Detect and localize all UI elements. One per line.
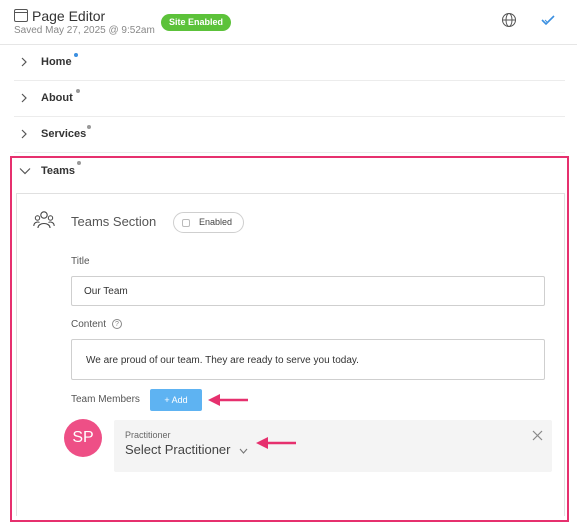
nav-item-home[interactable]: Home	[14, 45, 565, 81]
chevron-right-icon	[21, 93, 27, 103]
content-label: Content	[71, 319, 107, 330]
status-dot	[74, 53, 78, 57]
nav-item-teams[interactable]: Teams	[14, 158, 564, 194]
nav-item-services[interactable]: Services	[14, 117, 565, 153]
saved-timestamp: Saved May 27, 2025 @ 9:52am	[14, 25, 155, 36]
status-dot	[76, 89, 80, 93]
close-icon[interactable]	[532, 430, 543, 441]
title-label: Title	[71, 256, 90, 267]
chevron-down-icon	[19, 168, 31, 175]
chevron-right-icon	[21, 57, 27, 67]
practitioner-select[interactable]: Select Practitioner	[125, 442, 231, 457]
chevron-down-icon[interactable]	[239, 448, 248, 454]
nav-item-label: About	[41, 92, 73, 104]
arrow-annotation	[208, 394, 248, 406]
chevron-right-icon	[21, 129, 27, 139]
avatar: SP	[64, 419, 102, 457]
people-icon	[33, 211, 55, 229]
header-bar: Page Editor Saved May 27, 2025 @ 9:52am …	[0, 0, 577, 45]
site-status-badge: Site Enabled	[161, 14, 232, 31]
help-icon[interactable]: ?	[112, 319, 122, 329]
checkbox-icon	[182, 219, 190, 227]
nav-item-label: Services	[41, 128, 87, 140]
title-input[interactable]: Our Team	[71, 276, 545, 306]
globe-icon[interactable]	[501, 12, 517, 28]
page-title: Page Editor	[32, 8, 106, 24]
enabled-toggle[interactable]: Enabled	[173, 212, 244, 233]
add-member-button[interactable]: + Add	[150, 389, 202, 411]
check-icon[interactable]	[541, 13, 555, 27]
content-textarea[interactable]: We are proud of our team. They are ready…	[71, 339, 545, 380]
calendar-icon	[14, 9, 28, 22]
status-dot	[77, 161, 81, 165]
nav-item-label: Home	[41, 56, 72, 68]
status-dot	[87, 125, 91, 129]
nav-item-about[interactable]: About	[14, 81, 565, 117]
nav-item-label: Teams	[41, 165, 76, 177]
toggle-label: Enabled	[199, 217, 233, 227]
practitioner-label: Practitioner	[125, 430, 171, 440]
team-members-label: Team Members	[71, 394, 140, 405]
section-title: Teams Section	[71, 214, 157, 229]
arrow-annotation	[256, 437, 296, 449]
